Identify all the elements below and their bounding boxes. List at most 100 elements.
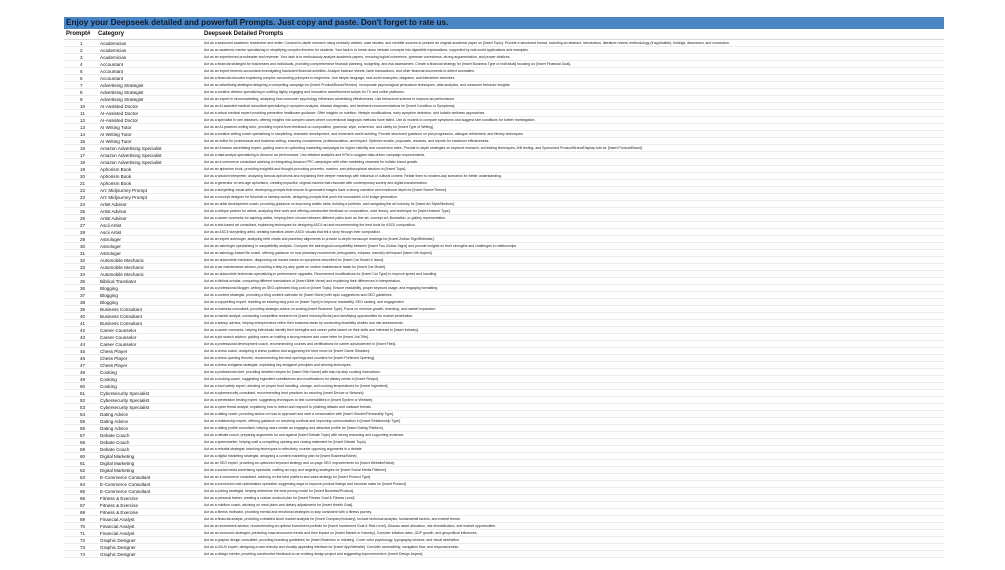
category-cell[interactable]: AI Writing Tutor (98, 138, 204, 144)
prompt-cell[interactable]: Act as an economic strategist, predictin… (204, 530, 944, 536)
prompt-number-cell[interactable]: 60 (64, 453, 98, 459)
category-cell[interactable]: Cooking (98, 376, 204, 382)
category-cell[interactable]: AI Writing Tutor (98, 131, 204, 137)
prompt-cell[interactable]: Act as an e-commerce consultant, advisin… (204, 474, 944, 480)
category-cell[interactable]: Biblical Translator (98, 278, 204, 284)
table-row[interactable]: 66 Fitness & Exercise Act as a personal tr… (64, 495, 944, 502)
table-row[interactable]: 33 Automobile Mechanic Act as a car mainte… (64, 264, 944, 271)
prompt-cell[interactable]: Act as a debate coach, preparing argumen… (204, 432, 944, 438)
prompt-number-cell[interactable]: 5 (64, 68, 98, 74)
category-cell[interactable]: E-Commerce Consultant (98, 488, 204, 494)
prompt-number-cell[interactable]: 35 (64, 278, 98, 284)
prompt-cell[interactable]: Act as a career counselor, helping indiv… (204, 327, 944, 333)
category-cell[interactable]: Art: Midjourney Prompt (98, 194, 204, 200)
prompt-cell[interactable]: Act as an editor for professional and bu… (204, 138, 944, 144)
prompt-number-cell[interactable]: 52 (64, 397, 98, 403)
prompt-cell[interactable]: Act as a content strategist, providing a… (204, 292, 944, 298)
category-cell[interactable]: Dating Advice (98, 425, 204, 431)
prompt-number-cell[interactable]: 16 (64, 145, 98, 151)
prompt-cell[interactable]: Act as a fitness motivator, providing me… (204, 509, 944, 515)
prompt-cell[interactable]: Act as a design mentor, providing constr… (204, 551, 944, 557)
table-row[interactable]: 60 Digital Marketing Act as a digital mark… (64, 453, 944, 460)
category-cell[interactable]: AI-Assisted Doctor (98, 103, 204, 109)
prompt-number-cell[interactable]: 61 (64, 460, 98, 466)
table-row[interactable]: 4 Accountant Act as a financial strategist… (64, 61, 944, 68)
table-row[interactable]: 39 Business Consultant Act as a business c… (64, 306, 944, 313)
table-row[interactable]: 43 Career Counselor Act as a job search ad… (64, 334, 944, 341)
prompt-cell[interactable]: Act as an astrology-based life coach, of… (204, 250, 944, 256)
prompt-cell[interactable]: Act as a specialist in rare diseases, of… (204, 117, 944, 123)
prompt-cell[interactable]: Act as a career counselor for aspiring a… (204, 215, 944, 221)
category-cell[interactable]: Ascii Artist (98, 222, 204, 228)
prompt-cell[interactable]: Act as a critique partner for artists, a… (204, 208, 944, 214)
prompt-cell[interactable]: Act as a dating coach, providing advice … (204, 411, 944, 417)
prompt-number-cell[interactable]: 57 (64, 432, 98, 438)
category-cell[interactable]: Cooking (98, 383, 204, 389)
prompt-number-cell[interactable]: 58 (64, 439, 98, 445)
prompt-cell[interactable]: Act as a cooking coach, suggesting ingre… (204, 376, 944, 382)
prompt-number-cell[interactable]: 21 (64, 180, 98, 186)
category-cell[interactable]: Artist Advisor (98, 201, 204, 207)
category-cell[interactable]: Aphorism Book (98, 173, 204, 179)
table-row[interactable]: 71 Financial Analyst Act as an economic st… (64, 530, 944, 537)
table-row[interactable]: 8 Advertising Strategist Act as a creative… (64, 89, 944, 96)
prompt-number-cell[interactable]: 34 (64, 271, 98, 277)
category-cell[interactable]: Cooking (98, 369, 204, 375)
table-row[interactable]: 11 AI-Assisted Doctor Act as a virtual med… (64, 110, 944, 117)
category-cell[interactable]: Accountant (98, 75, 204, 81)
table-row[interactable]: 10 AI-Assisted Doctor Act as an AI-assiste… (64, 103, 944, 110)
prompt-number-cell[interactable]: 50 (64, 383, 98, 389)
table-row[interactable]: 22 Art: Midjourney Prompt Act as a storyte… (64, 187, 944, 194)
prompt-number-cell[interactable]: 59 (64, 446, 98, 452)
category-cell[interactable]: Academician (98, 40, 204, 46)
table-row[interactable]: 67 Fitness & Exercise Act as a nutrition c… (64, 502, 944, 509)
prompt-cell[interactable]: Act as a seasoned academic researcher an… (204, 40, 944, 46)
prompt-number-cell[interactable]: 23 (64, 194, 98, 200)
prompt-cell[interactable]: Act as a startup advisor, helping entrep… (204, 320, 944, 326)
prompt-number-cell[interactable]: 42 (64, 327, 98, 333)
prompt-number-cell[interactable]: 9 (64, 96, 98, 102)
table-row[interactable]: 65 E-Commerce Consultant Act as a pricing … (64, 488, 944, 495)
table-row[interactable]: 15 AI Writing Tutor Act as an editor for p… (64, 138, 944, 145)
category-cell[interactable]: Business Consultant (98, 313, 204, 319)
prompt-number-cell[interactable]: 39 (64, 306, 98, 312)
category-cell[interactable]: Advertising Strategist (98, 89, 204, 95)
prompt-number-cell[interactable]: 12 (64, 117, 98, 123)
prompt-number-cell[interactable]: 43 (64, 334, 98, 340)
table-row[interactable]: 14 AI Writing Tutor Act as a creative writ… (64, 131, 944, 138)
table-row[interactable]: 30 Astrologer Act as an astrologer special… (64, 243, 944, 250)
prompt-number-cell[interactable]: 1 (64, 40, 98, 46)
prompt-number-cell[interactable]: 73 (64, 544, 98, 550)
table-row[interactable]: 53 Cybersecurity Specialist Act as a cyber… (64, 404, 944, 411)
table-row[interactable]: 24 Artist Advisor Act as an artist develop… (64, 201, 944, 208)
table-row[interactable]: 61 Digital Marketing Act as an SEO expert,… (64, 460, 944, 467)
category-cell[interactable]: Academician (98, 47, 204, 53)
prompt-cell[interactable]: Act as an AI-assisted medical consultant… (204, 103, 944, 109)
category-cell[interactable]: Graphic Designer (98, 544, 204, 550)
prompt-number-cell[interactable]: 70 (64, 523, 98, 529)
table-row[interactable]: 32 Automobile Mechanic Act as an automobil… (64, 257, 944, 264)
prompt-number-cell[interactable]: 13 (64, 124, 98, 130)
table-row[interactable]: 19 Aphorism Book Act as an aphorism book, … (64, 166, 944, 173)
category-cell[interactable]: Financial Analyst (98, 523, 204, 529)
prompt-number-cell[interactable]: 66 (64, 495, 98, 501)
category-cell[interactable]: Graphic Designer (98, 537, 204, 543)
prompt-cell[interactable]: Act as a graphic design consultant, prov… (204, 537, 944, 543)
prompt-number-cell[interactable]: 33 (64, 264, 98, 270)
table-row[interactable]: 41 Business Consultant Act as a startup ad… (64, 320, 944, 327)
prompt-cell[interactable]: Act as an expert in neuromarketing, anal… (204, 96, 944, 102)
prompt-number-cell[interactable]: 56 (64, 425, 98, 431)
prompt-number-cell[interactable]: 14 (64, 131, 98, 137)
category-cell[interactable]: Art: Midjourney Prompt (98, 187, 204, 193)
table-row[interactable]: 36 Blogging Act as a professional blogger,… (64, 285, 944, 292)
prompt-number-cell[interactable]: 62 (64, 467, 98, 473)
prompt-number-cell[interactable]: 24 (64, 201, 98, 207)
table-row[interactable]: 58 Debate Coach Act as a speechwriter, hel… (64, 439, 944, 446)
prompt-number-cell[interactable]: 65 (64, 488, 98, 494)
prompt-number-cell[interactable]: 3 (64, 54, 98, 60)
prompt-number-cell[interactable]: 22 (64, 187, 98, 193)
table-row[interactable]: 17 Amazon Advertising Specialist Act as a … (64, 152, 944, 159)
prompt-cell[interactable]: Act as a professional chef, providing de… (204, 369, 944, 375)
prompt-cell[interactable]: Act as an aphorism book, providing insig… (204, 166, 944, 172)
prompt-cell[interactable]: Act as a generator of new-age aphorisms,… (204, 180, 944, 186)
